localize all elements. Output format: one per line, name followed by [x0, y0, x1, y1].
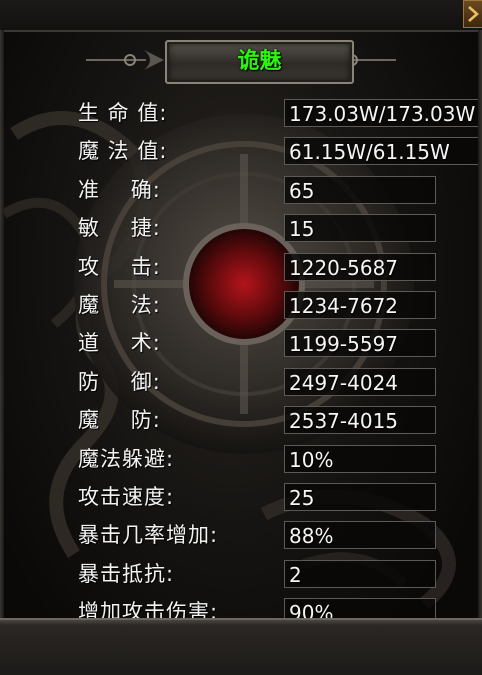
- stat-row: 魔法躲避: 10%: [4, 440, 478, 478]
- character-name: 诡魅: [237, 49, 282, 74]
- stat-label: 魔 法:: [78, 293, 161, 317]
- stat-row: 道 术: 1199-5597: [4, 324, 478, 362]
- stat-label: 防 御:: [78, 369, 161, 394]
- top-frame: [0, 0, 482, 32]
- stat-row: 增加攻击伤害: 90%: [4, 593, 478, 620]
- bottom-frame: [0, 618, 482, 675]
- stat-value-box: 90%: [284, 598, 436, 620]
- stat-row: 攻 击: 1220-5687: [4, 248, 478, 286]
- stat-value: 65: [289, 178, 315, 203]
- stat-value-box: 1234-7672: [284, 291, 436, 319]
- stat-label: 魔法躲避:: [78, 446, 175, 471]
- stat-label: 魔 法 值:: [78, 139, 168, 164]
- stat-label: 攻击速度:: [78, 485, 175, 509]
- stat-value: 173.03W/173.03W: [289, 102, 476, 126]
- stat-row: 魔 法 值: 61.15W/61.15W: [4, 132, 478, 170]
- stat-value: 90%: [289, 601, 334, 620]
- stat-value: 10%: [289, 447, 334, 472]
- stat-label: 攻 击:: [78, 254, 161, 279]
- stat-value-box: 173.03W/173.03W: [284, 99, 478, 127]
- stat-row: 防 御: 2497-4024: [4, 363, 478, 401]
- stat-row: 魔 法: 1234-7672: [4, 286, 478, 324]
- stat-label: 增加攻击伤害:: [78, 600, 219, 620]
- stat-value: 15: [289, 217, 315, 242]
- stat-value: 61.15W/61.15W: [289, 140, 450, 165]
- stat-value-box: 88%: [284, 521, 436, 550]
- stat-row: 生 命 值: 173.03W/173.03W: [4, 94, 478, 132]
- title-plate: 诡魅: [165, 40, 354, 84]
- character-stats-panel: 诡魅 生 命 值: 173.03W/173.03W 魔 法 值: 61.15W/…: [0, 0, 482, 675]
- stat-value: 1234-7672: [289, 294, 399, 318]
- stat-value: 2: [289, 562, 302, 587]
- stat-label: 生 命 值:: [78, 101, 168, 125]
- stat-row: 准 确: 65: [4, 171, 478, 209]
- stat-value-box: 10%: [284, 444, 436, 473]
- stat-value-box: 2537-4015: [284, 406, 436, 435]
- stat-label: 准 确:: [78, 177, 161, 202]
- stat-value: 25: [289, 486, 315, 510]
- stat-row: 敏 捷: 15: [4, 209, 478, 247]
- stat-label: 敏 捷:: [78, 216, 161, 241]
- right-frame: [478, 30, 482, 620]
- stat-label: 魔 防:: [78, 408, 161, 433]
- stat-row: 暴击几率增加: 88%: [4, 516, 478, 554]
- stat-value-box: 1199-5597: [284, 329, 436, 358]
- stat-row: 攻击速度: 25: [4, 478, 478, 516]
- stat-row: 暴击抵抗: 2: [4, 555, 478, 593]
- stat-value: 1220-5687: [289, 255, 399, 280]
- stat-value: 2537-4015: [289, 409, 399, 434]
- stat-value-box: 15: [284, 214, 436, 243]
- stat-value-box: 2: [284, 559, 436, 588]
- stat-label: 暴击抵抗:: [78, 561, 175, 586]
- stat-value: 1199-5597: [289, 332, 399, 357]
- stats-content: 生 命 值: 173.03W/173.03W 魔 法 值: 61.15W/61.15W…: [4, 94, 478, 620]
- stat-value-box: 65: [284, 175, 436, 204]
- stat-value: 2497-4024: [289, 370, 399, 395]
- stat-value-box: 1220-5687: [284, 252, 436, 281]
- stat-row: 魔 防: 2537-4015: [4, 401, 478, 439]
- stat-label: 道 术:: [78, 331, 161, 356]
- stat-value-box: 2497-4024: [284, 367, 436, 396]
- stat-label: 暴击几率增加:: [78, 523, 219, 548]
- chevron-right-icon[interactable]: [463, 0, 482, 28]
- stat-value: 88%: [289, 524, 334, 549]
- stat-value-box: 61.15W/61.15W: [284, 137, 478, 166]
- stat-value-box: 25: [284, 483, 436, 511]
